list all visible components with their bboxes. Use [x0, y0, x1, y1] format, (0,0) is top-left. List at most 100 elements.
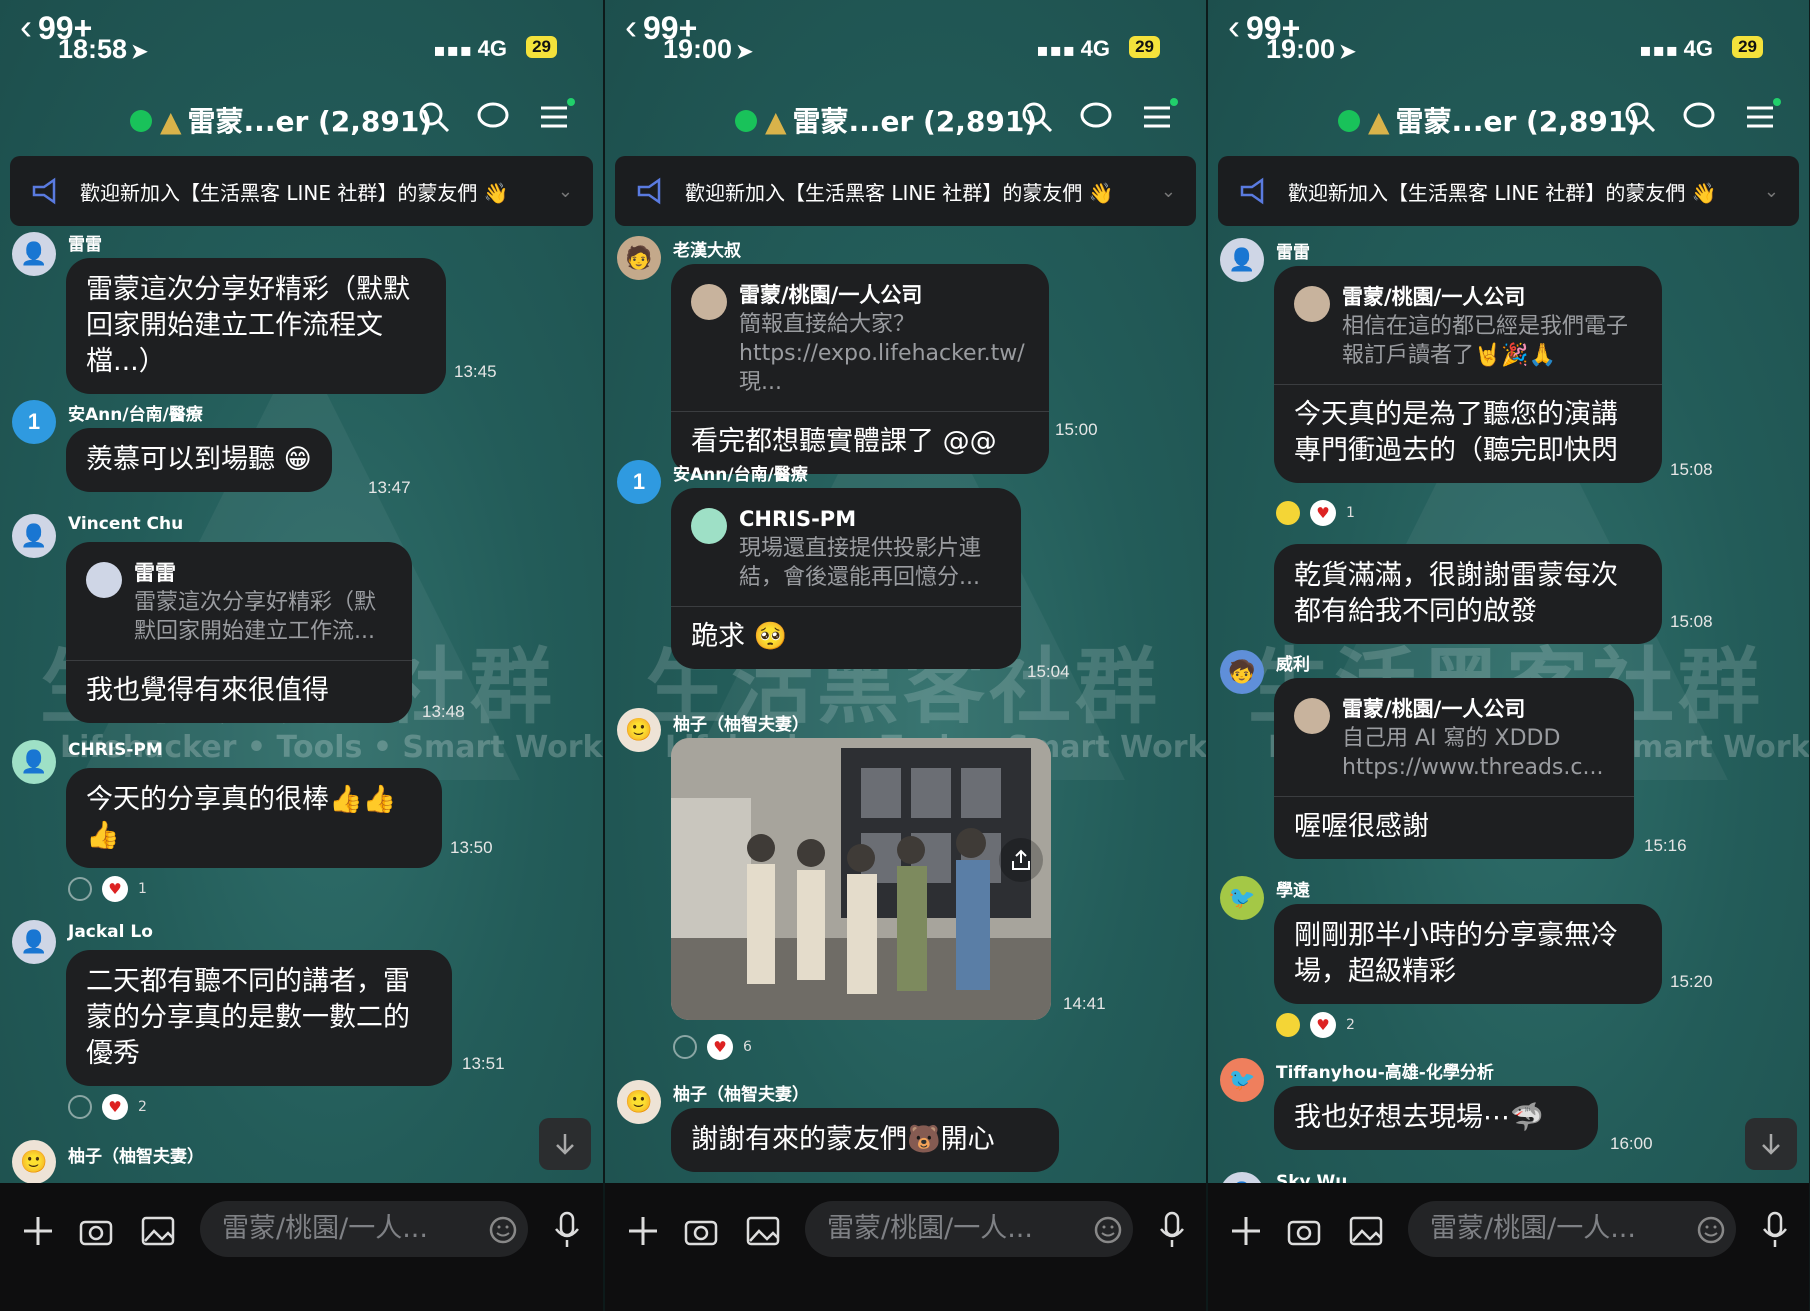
location-arrow-icon: ➤ — [1339, 41, 1356, 63]
announcement-bar[interactable]: 歡迎新加入【生活黑客 LINE 社群】的蒙友們 👋 ⌄ — [615, 156, 1196, 226]
image-icon[interactable] — [140, 1213, 176, 1249]
reactions[interactable]: ♥ 1 — [68, 876, 147, 902]
heart-reaction-icon[interactable]: ♥ — [1310, 1012, 1336, 1038]
smile-reaction-icon[interactable] — [1276, 1013, 1300, 1037]
heart-reaction-icon[interactable]: ♥ — [102, 1094, 128, 1120]
reply-bubble[interactable]: 雷蒙/桃園/一人公司 簡報直接給大家？ https://expo.lifehac… — [671, 264, 1049, 474]
plus-icon[interactable] — [625, 1213, 661, 1249]
avatar[interactable]: 👤 — [12, 920, 56, 964]
plus-icon[interactable] — [20, 1213, 56, 1249]
add-reaction-icon[interactable] — [68, 877, 92, 901]
add-reaction-icon[interactable] — [673, 1035, 697, 1059]
chevron-down-icon[interactable]: ⌄ — [1161, 181, 1176, 202]
avatar[interactable]: 🙂 — [617, 1080, 661, 1124]
reply-bubble[interactable]: 雷蒙/桃園/一人公司 相信在這的都已經是我們電子報訂戶讀者了🤘🎉🙏 今天真的是為… — [1274, 266, 1662, 483]
chat-title[interactable]: ▲ 雷蒙...er (2,891) — [1368, 100, 1640, 140]
back-button[interactable]: ‹ 99+ — [1228, 6, 1300, 48]
emoji-icon[interactable] — [488, 1215, 518, 1245]
shared-photo[interactable] — [671, 738, 1051, 1020]
message-bubble[interactable]: 謝謝有來的蒙友們🐻開心 — [671, 1108, 1059, 1172]
reaction-count: 1 — [138, 881, 147, 897]
quoted-text: 雷蒙這次分享好精彩（默默回家開始建立工作流... — [134, 590, 377, 644]
camera-icon[interactable] — [78, 1213, 114, 1249]
reactions[interactable]: ♥ 1 — [1276, 500, 1355, 526]
menu-icon[interactable] — [1743, 100, 1777, 134]
chat-title[interactable]: ▲ 雷蒙...er (2,891) — [765, 100, 1037, 140]
microphone-icon[interactable] — [552, 1211, 582, 1249]
smile-reaction-icon[interactable] — [1276, 501, 1300, 525]
signal-icon: ▪▪▪ — [433, 40, 473, 61]
chevron-left-icon: ‹ — [20, 6, 32, 47]
search-icon[interactable] — [1020, 100, 1054, 134]
menu-icon[interactable] — [537, 100, 571, 134]
sender-name: CHRIS-PM — [68, 740, 163, 760]
camera-icon[interactable] — [683, 1213, 719, 1249]
microphone-icon[interactable] — [1157, 1211, 1187, 1249]
quoted-message[interactable]: 雷蒙/桃園/一人公司 自己用 AI 寫的 XDDD https://www.th… — [1274, 692, 1634, 797]
screenshot-collage: 生活黑客社群 Lifehacker • Tools • Smart Work 1… — [0, 0, 1810, 1311]
reactions[interactable]: ♥ 6 — [673, 1034, 752, 1060]
search-icon[interactable] — [417, 100, 451, 134]
avatar[interactable]: 🙂 — [617, 708, 661, 752]
avatar[interactable]: 👤 — [12, 740, 56, 784]
quoted-message[interactable]: 雷蒙/桃園/一人公司 簡報直接給大家？ https://expo.lifehac… — [671, 278, 1049, 412]
message-bubble[interactable]: 雷蒙這次分享好精彩（默默回家開始建立工作流程文檔...） — [66, 258, 446, 394]
avatar[interactable]: 👤 — [12, 232, 56, 276]
heart-reaction-icon[interactable]: ♥ — [707, 1034, 733, 1060]
scroll-to-bottom-button[interactable] — [539, 1118, 591, 1170]
avatar[interactable]: 🐦 — [1220, 876, 1264, 920]
avatar[interactable]: 👤 — [1220, 238, 1264, 282]
chat-bubbles-icon[interactable] — [1683, 100, 1717, 134]
menu-icon[interactable] — [1140, 100, 1174, 134]
emoji-icon[interactable] — [1696, 1215, 1726, 1245]
announcement-bar[interactable]: 歡迎新加入【生活黑客 LINE 社群】的蒙友們 👋 ⌄ — [10, 156, 593, 226]
plus-icon[interactable] — [1228, 1213, 1264, 1249]
avatar[interactable]: 🙂 — [12, 1140, 56, 1184]
battery-badge: 29 — [1732, 36, 1763, 58]
quoted-message[interactable]: 雷雷 雷蒙這次分享好精彩（默默回家開始建立工作流... — [66, 556, 412, 661]
camera-icon[interactable] — [1286, 1213, 1322, 1249]
image-icon[interactable] — [1348, 1213, 1384, 1249]
signal-icon: ▪▪▪ — [1639, 40, 1679, 61]
search-icon[interactable] — [1623, 100, 1657, 134]
message-bubble[interactable]: 剛剛那半小時的分享豪無冷場，超級精彩 — [1274, 904, 1662, 1004]
back-button[interactable]: ‹ 99+ — [625, 6, 697, 48]
message-bubble[interactable]: 我也好想去現場⋯🦈 — [1274, 1086, 1598, 1150]
reply-bubble[interactable]: 雷雷 雷蒙這次分享好精彩（默默回家開始建立工作流... 我也覺得有來很值得 — [66, 542, 412, 723]
chat-bubbles-icon[interactable] — [1080, 100, 1114, 134]
message-input[interactable]: 雷蒙/桃園/一人... — [1408, 1201, 1736, 1257]
chevron-down-icon[interactable]: ⌄ — [1764, 181, 1779, 202]
scroll-to-bottom-button[interactable] — [1745, 1118, 1797, 1170]
message-bubble[interactable]: 乾貨滿滿，很謝謝雷蒙每次都有給我不同的啟發 — [1274, 544, 1662, 644]
group-photo-image — [671, 738, 1051, 1020]
heart-reaction-icon[interactable]: ♥ — [1310, 500, 1336, 526]
reactions[interactable]: ♥ 2 — [1276, 1012, 1355, 1038]
chat-title[interactable]: ▲ 雷蒙...er (2,891) — [160, 100, 432, 140]
avatar[interactable]: 1 — [617, 460, 661, 504]
avatar[interactable]: 1 — [12, 400, 56, 444]
reactions[interactable]: ♥ 2 — [68, 1094, 147, 1120]
avatar[interactable]: 🧒 — [1220, 650, 1264, 694]
image-icon[interactable] — [745, 1213, 781, 1249]
quoted-message[interactable]: CHRIS-PM 現場還直接提供投影片連結，會後還能再回憶分... — [671, 502, 1021, 607]
message-bubble[interactable]: 羨慕可以到場聽 😁 — [66, 428, 332, 492]
microphone-icon[interactable] — [1760, 1211, 1790, 1249]
message-bubble[interactable]: 二天都有聽不同的講者，雷蒙的分享真的是數一數二的優秀 — [66, 950, 452, 1086]
chat-bubbles-icon[interactable] — [477, 100, 511, 134]
message-bubble[interactable]: 今天的分享真的很棒👍👍👍 — [66, 768, 442, 868]
back-button[interactable]: ‹ 99+ — [20, 6, 92, 48]
reply-bubble[interactable]: 雷蒙/桃園/一人公司 自己用 AI 寫的 XDDD https://www.th… — [1274, 678, 1634, 859]
emoji-icon[interactable] — [1093, 1215, 1123, 1245]
reply-bubble[interactable]: CHRIS-PM 現場還直接提供投影片連結，會後還能再回憶分... 跪求 🥺 — [671, 488, 1021, 669]
heart-reaction-icon[interactable]: ♥ — [102, 876, 128, 902]
share-icon[interactable] — [999, 838, 1043, 882]
add-reaction-icon[interactable] — [68, 1095, 92, 1119]
announcement-bar[interactable]: 歡迎新加入【生活黑客 LINE 社群】的蒙友們 👋 ⌄ — [1218, 156, 1799, 226]
message-input[interactable]: 雷蒙/桃園/一人... — [200, 1201, 528, 1257]
chevron-down-icon[interactable]: ⌄ — [558, 181, 573, 202]
avatar[interactable]: 👤 — [12, 514, 56, 558]
quoted-message[interactable]: 雷蒙/桃園/一人公司 相信在這的都已經是我們電子報訂戶讀者了🤘🎉🙏 — [1274, 280, 1662, 385]
avatar[interactable]: 🧑 — [617, 236, 661, 280]
avatar[interactable]: 🐦 — [1220, 1058, 1264, 1102]
message-input[interactable]: 雷蒙/桃園/一人... — [805, 1201, 1133, 1257]
